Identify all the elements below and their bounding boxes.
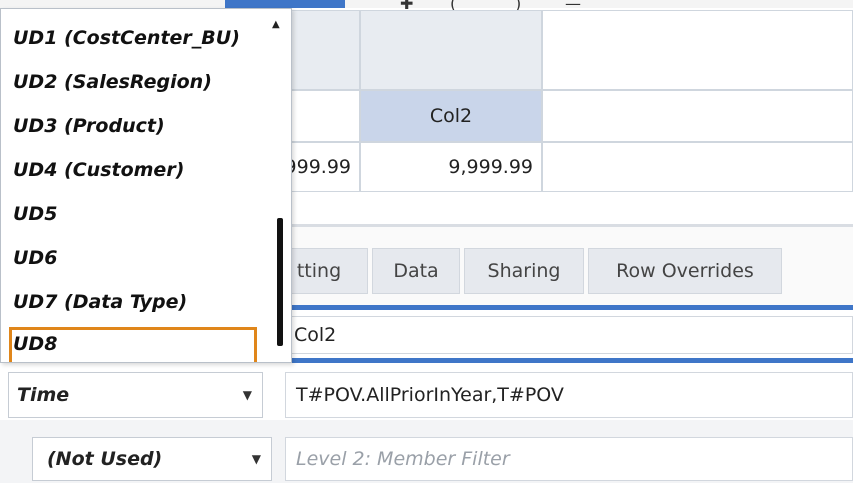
toolbar-strip: ✚ ( ) — [0, 0, 853, 13]
grid-empty-cell [542, 142, 853, 192]
tab-row-overrides[interactable]: Row Overrides [588, 248, 782, 294]
grid-header-empty [542, 10, 853, 90]
tab-data[interactable]: Data [372, 248, 460, 294]
list-item-ud5[interactable]: UD5 [13, 203, 57, 225]
list-item-ud3[interactable]: UD3 (Product) [13, 115, 165, 137]
list-item-ud6[interactable]: UD6 [13, 247, 57, 269]
list-item-ud1[interactable]: UD1 (CostCenter_BU) [13, 27, 240, 49]
list-item-ud2[interactable]: UD2 (SalesRegion) [13, 71, 212, 93]
grid-header-blank [360, 10, 542, 90]
column-header-col2[interactable]: Col2 [360, 90, 542, 142]
list-item-ud4[interactable]: UD4 (Customer) [13, 159, 184, 181]
dimension-list-popup: UD1 (CostCenter_BU) UD2 (SalesRegion) UD… [0, 8, 292, 363]
scroll-down-icon[interactable]: ▼ [272, 361, 280, 362]
member-filter-level1[interactable]: T#POV.AllPriorInYear,T#POV [285, 372, 853, 418]
scroll-up-icon[interactable]: ▲ [272, 19, 280, 30]
scrollbar-thumb[interactable] [277, 218, 283, 346]
dimension-dropdown-level1[interactable]: Time ▼ [8, 372, 263, 418]
tab-sharing[interactable]: Sharing [464, 248, 584, 294]
chevron-down-icon[interactable]: ▼ [252, 452, 261, 466]
dimension-dropdown-value: Time [17, 384, 70, 406]
dimension-dropdown-value: (Not Used) [47, 448, 163, 470]
list-item-ud7[interactable]: UD7 (Data Type) [13, 291, 187, 313]
column-name-field[interactable]: Col2 [285, 316, 853, 354]
member-filter-level2[interactable]: Level 2: Member Filter [285, 437, 853, 481]
grid-value-cell: 9,999.99 [360, 142, 542, 192]
toolbar-active-tab[interactable] [225, 0, 345, 8]
dimension-dropdown-level2[interactable]: (Not Used) ▼ [32, 437, 272, 481]
grid-header-empty [542, 90, 853, 142]
selection-highlight [9, 327, 257, 362]
member-filter-placeholder: Level 2: Member Filter [296, 448, 510, 470]
chevron-down-icon[interactable]: ▼ [243, 388, 252, 402]
